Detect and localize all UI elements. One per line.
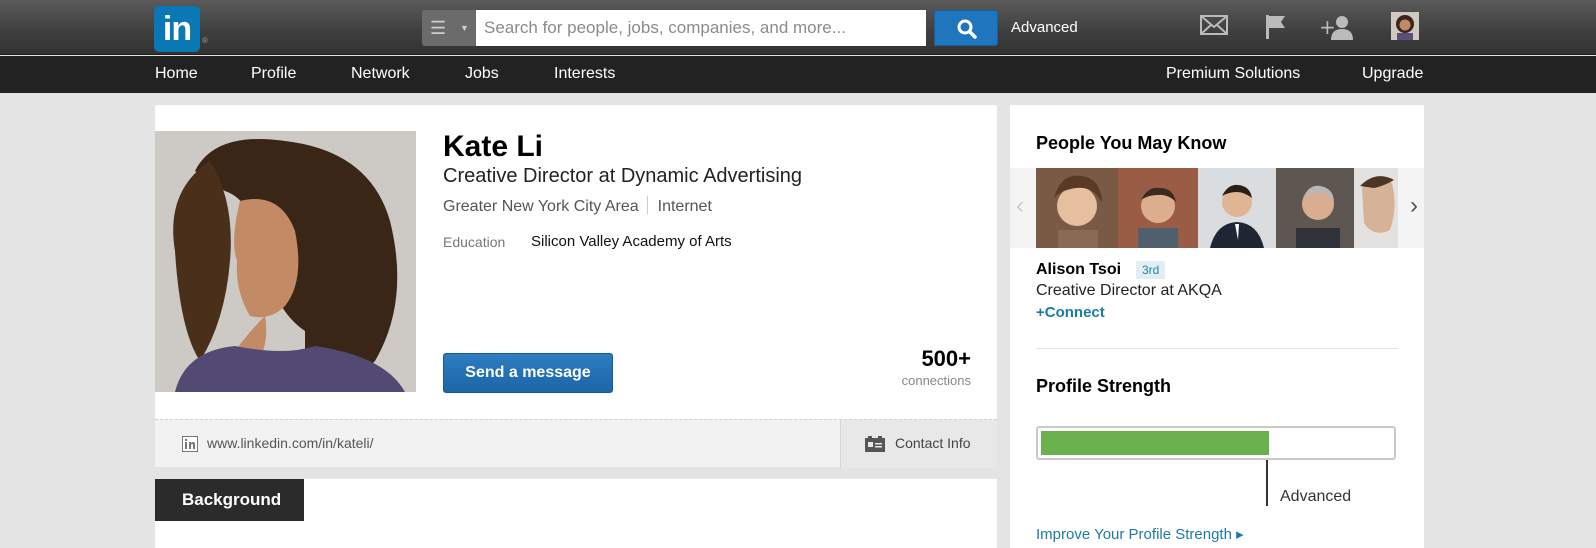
nav-premium-solutions[interactable]: Premium Solutions [1166,66,1300,82]
menu-icon: ☰ [430,18,447,38]
nav-home[interactable]: Home [155,66,198,82]
public-profile-url[interactable]: www.linkedin.com/in/kateli/ [207,435,374,451]
nav-network[interactable]: Network [351,66,410,82]
profile-card-footer: www.linkedin.com/in/kateli/ Contact Info [155,419,997,468]
top-bar: in ® ☰▼ Advanced + [0,0,1596,55]
advanced-search-link[interactable]: Advanced [1011,19,1078,36]
nav-jobs[interactable]: Jobs [465,66,499,82]
right-rail: People You May Know ‹ › Alison Tsoi 3rd … [1010,105,1424,548]
nav-upgrade[interactable]: Upgrade [1362,66,1423,82]
profile-photo-image [155,131,416,392]
divider [1036,348,1398,349]
connections-count[interactable]: 500+ [921,346,971,372]
flag-icon[interactable] [1264,14,1288,40]
profile-card: Kate Li Creative Director at Dynamic Adv… [155,105,997,468]
profile-headline: Creative Director at Dynamic Advertising [443,165,803,187]
profile-strength-title: Profile Strength [1036,376,1172,396]
pymk-title[interactable]: People You May Know [1036,133,1226,154]
profile-name: Kate Li [443,130,544,163]
pymk-photo-2[interactable] [1118,168,1198,248]
send-message-button[interactable]: Send a message [443,353,613,393]
profile-industry[interactable]: Internet [658,198,712,215]
nav-profile[interactable]: Profile [251,66,296,82]
profile-strength-marker [1266,460,1268,506]
connect-link[interactable]: +Connect [1036,304,1105,321]
pymk-carousel: ‹ › [1010,168,1424,248]
separator [646,196,648,214]
linkedin-small-icon [182,436,198,452]
nav-interests[interactable]: Interests [554,66,615,82]
pymk-person-name[interactable]: Alison Tsoi [1036,261,1121,279]
pymk-person-title: Creative Director at AKQA [1036,282,1222,299]
profile-strength-meter[interactable] [1036,426,1396,460]
contact-card-icon [865,436,885,452]
profile-location[interactable]: Greater New York City Area [443,198,639,215]
profile-location-line: Greater New York City Area Internet [443,196,712,216]
search-icon [957,19,977,39]
caret-down-icon: ▼ [460,23,469,33]
contact-info-label: Contact Info [895,435,971,451]
mail-icon[interactable] [1200,14,1228,36]
search-category-menu[interactable]: ☰ ▼ [422,10,476,46]
carousel-prev-icon[interactable]: ‹ [1016,192,1024,220]
profile-strength-level: Advanced [1280,488,1352,505]
carousel-next-icon[interactable]: › [1410,192,1418,220]
pymk-photo-3[interactable] [1198,168,1276,248]
contact-info-tab[interactable]: Contact Info [840,420,997,468]
user-avatar[interactable] [1391,12,1419,40]
pymk-photo-5[interactable] [1354,168,1398,248]
education-label: Education [443,234,506,250]
connection-degree-badge: 3rd [1136,261,1166,279]
background-tab[interactable]: Background [155,479,304,521]
search-input[interactable] [476,10,926,46]
add-connection-icon[interactable]: + [1319,14,1353,40]
pymk-photo-1[interactable] [1036,168,1118,248]
linkedin-logo[interactable]: in [154,6,200,52]
profile-photo[interactable] [155,131,416,392]
registered-mark: ® [202,36,208,45]
connections-label: connections [901,373,971,388]
pymk-photo-4[interactable] [1276,168,1354,248]
improve-profile-strength-link[interactable]: Improve Your Profile Strength ▸ [1036,525,1244,543]
search-button[interactable] [934,10,998,46]
profile-strength-fill [1041,431,1269,455]
main-nav: Home Profile Network Jobs Interests Prem… [0,56,1596,93]
education-value[interactable]: Silicon Valley Academy of Arts [531,233,732,250]
